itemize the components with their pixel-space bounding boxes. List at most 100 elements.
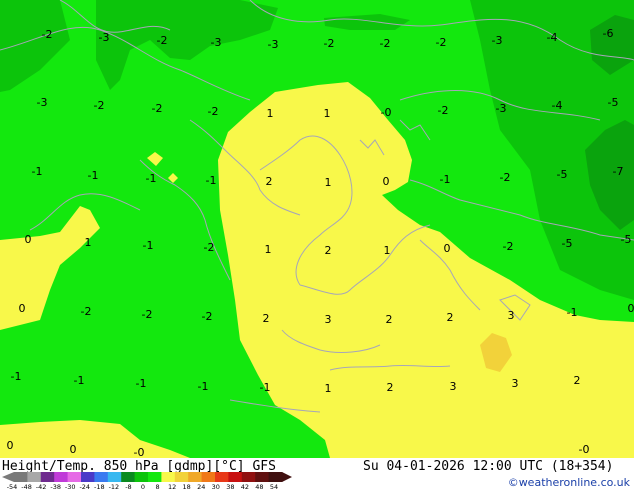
contour-label: 2 bbox=[447, 311, 454, 324]
colorbar-tick-label: -42 bbox=[36, 483, 47, 490]
contour-label: 1 bbox=[324, 107, 331, 120]
colorbar-swatch bbox=[94, 472, 109, 482]
contour-label: -2 bbox=[142, 308, 153, 321]
contour-label: -5 bbox=[621, 233, 632, 246]
contour-label: 1 bbox=[384, 244, 391, 257]
contour-label: -1 bbox=[74, 374, 85, 387]
colorbar-swatch bbox=[121, 472, 136, 482]
contour-label: -3 bbox=[268, 38, 279, 51]
contour-label: 2 bbox=[386, 313, 393, 326]
contour-label: 2 bbox=[263, 312, 270, 325]
colorbar: -54 -48 -42 -38 -30 -24 -18 -12 -8 0 8 12 18 24 30 38 42… bbox=[2, 472, 292, 490]
contour-label: 1 bbox=[325, 176, 332, 189]
colorbar-tick-label: 24 bbox=[197, 483, 205, 490]
colorbar-swatch bbox=[148, 472, 162, 482]
contour-label: 0 bbox=[25, 233, 32, 246]
colorbar-tick-label: -24 bbox=[79, 483, 90, 490]
contour-label: -1 bbox=[567, 306, 578, 319]
contour-label: -2 bbox=[380, 37, 391, 50]
footer: Height/Temp. 850 hPa [gdmp][°C] GFS Su 0… bbox=[0, 458, 634, 490]
colorbar-tick-label: -54 bbox=[7, 483, 18, 490]
contour-label: -6 bbox=[603, 27, 614, 40]
contour-label: -7 bbox=[613, 165, 624, 178]
contour-label: -2 bbox=[324, 37, 335, 50]
map-datetime: Su 04-01-2026 12:00 UTC (18+354) bbox=[363, 459, 614, 474]
colorbar-tick-label: -48 bbox=[21, 483, 32, 490]
colorbar-swatch bbox=[241, 472, 256, 482]
colorbar-swatch bbox=[107, 472, 122, 482]
contour-label: 3 bbox=[508, 309, 515, 322]
colorbar-swatch bbox=[268, 472, 283, 482]
contour-label: -1 bbox=[206, 174, 217, 187]
colorbar-swatch bbox=[67, 472, 82, 482]
contour-label: -1 bbox=[11, 370, 22, 383]
contour-label: -4 bbox=[547, 31, 558, 44]
colorbar-left-arrow bbox=[2, 472, 14, 482]
contour-label: -3 bbox=[211, 36, 222, 49]
contour-label: -2 bbox=[157, 34, 168, 47]
contour-label: -2 bbox=[500, 171, 511, 184]
colorbar-swatch bbox=[228, 472, 243, 482]
contour-label: 0 bbox=[628, 302, 634, 315]
credit-link[interactable]: ©weatheronline.co.uk bbox=[508, 476, 630, 489]
contour-label: -0 bbox=[134, 446, 145, 458]
colorbar-tick-label: 42 bbox=[241, 483, 249, 490]
contour-label: 0 bbox=[444, 242, 451, 255]
colorbar-tick-label: 12 bbox=[168, 483, 176, 490]
contour-label: -5 bbox=[608, 96, 619, 109]
contour-label: 0 bbox=[19, 302, 26, 315]
contour-label: -2 bbox=[503, 240, 514, 253]
colorbar-swatch bbox=[40, 472, 55, 482]
contour-label: -1 bbox=[198, 380, 209, 393]
contour-label: -4 bbox=[552, 99, 563, 112]
colorbar-swatch bbox=[174, 472, 189, 482]
contour-label: 2 bbox=[574, 374, 581, 387]
contour-label: -2 bbox=[94, 99, 105, 112]
colorbar-tick-label: 48 bbox=[255, 483, 263, 490]
colorbar-swatch bbox=[201, 472, 216, 482]
contour-label: -2 bbox=[436, 36, 447, 49]
contour-label: -0 bbox=[579, 443, 590, 456]
colorbar-swatch bbox=[161, 472, 176, 482]
contour-label: -0 bbox=[381, 106, 392, 119]
colorbar-tick-label: -12 bbox=[109, 483, 120, 490]
colorbar-swatch bbox=[27, 472, 42, 482]
colorbar-swatch bbox=[81, 472, 95, 482]
contour-label: 1 bbox=[85, 236, 92, 249]
contour-label: -1 bbox=[143, 239, 154, 252]
colorbar-tick-label: 8 bbox=[155, 483, 159, 490]
contour-label: 3 bbox=[512, 377, 519, 390]
contour-label: -2 bbox=[202, 310, 213, 323]
colorbar-swatch bbox=[14, 472, 28, 482]
contour-label: 1 bbox=[325, 382, 332, 395]
colorbar-tick-label: -30 bbox=[65, 483, 76, 490]
contour-label: -5 bbox=[562, 237, 573, 250]
colorbar-swatch bbox=[134, 472, 149, 482]
contour-label: -1 bbox=[136, 377, 147, 390]
colorbar-tick-label: -8 bbox=[125, 483, 131, 490]
colorbar-swatch bbox=[188, 472, 203, 482]
contour-label: 2 bbox=[325, 244, 332, 257]
colorbar-tick-label: 18 bbox=[183, 483, 191, 490]
contour-label: 3 bbox=[325, 313, 332, 326]
contour-label: -2 bbox=[438, 104, 449, 117]
contour-label: -2 bbox=[204, 241, 215, 254]
contour-label: -5 bbox=[557, 168, 568, 181]
colorbar-swatch bbox=[215, 472, 229, 482]
contour-label: 1 bbox=[265, 243, 272, 256]
contour-label: -2 bbox=[152, 102, 163, 115]
contour-label: -2 bbox=[81, 305, 92, 318]
contour-label: 2 bbox=[266, 175, 273, 188]
contour-label: -1 bbox=[440, 173, 451, 186]
contour-label: -2 bbox=[208, 105, 219, 118]
contour-label: 0 bbox=[7, 439, 14, 452]
colorbar-swatch bbox=[54, 472, 69, 482]
contour-label: -1 bbox=[88, 169, 99, 182]
colorbar-right-arrow bbox=[282, 472, 292, 482]
contour-label: 0 bbox=[383, 175, 390, 188]
colorbar-tick-label: 30 bbox=[212, 483, 220, 490]
contour-label: 3 bbox=[450, 380, 457, 393]
contour-label: -2 bbox=[42, 28, 53, 41]
contour-label: -1 bbox=[146, 172, 157, 185]
contour-label: -1 bbox=[32, 165, 43, 178]
